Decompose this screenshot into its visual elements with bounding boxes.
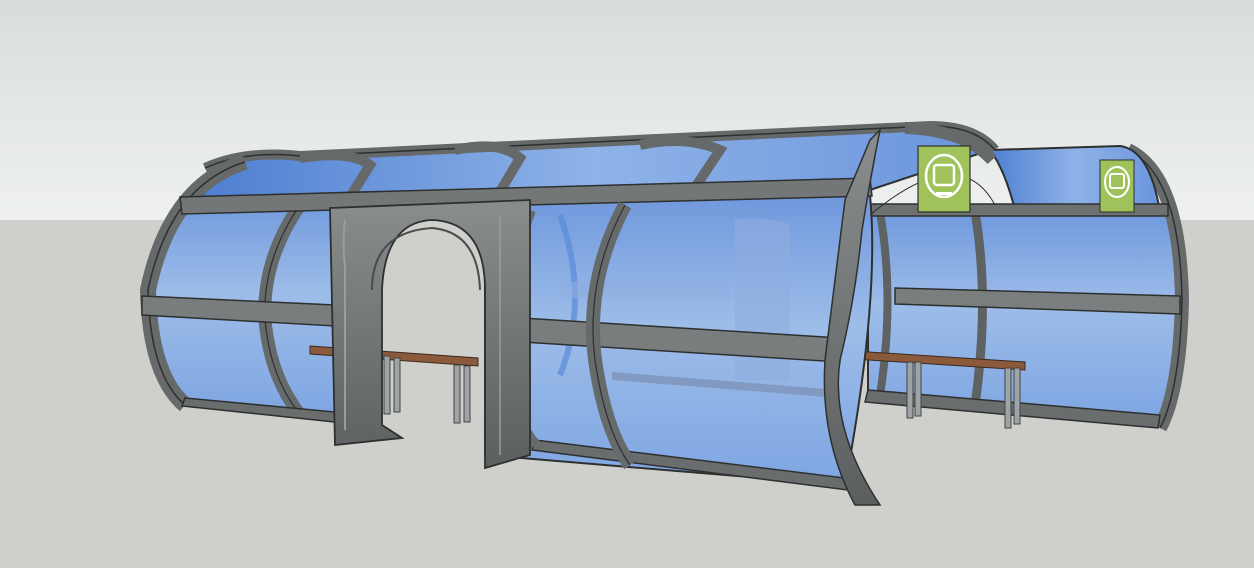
bus-shelter-scene [0, 0, 1254, 564]
shelter-illustration [0, 0, 1254, 564]
